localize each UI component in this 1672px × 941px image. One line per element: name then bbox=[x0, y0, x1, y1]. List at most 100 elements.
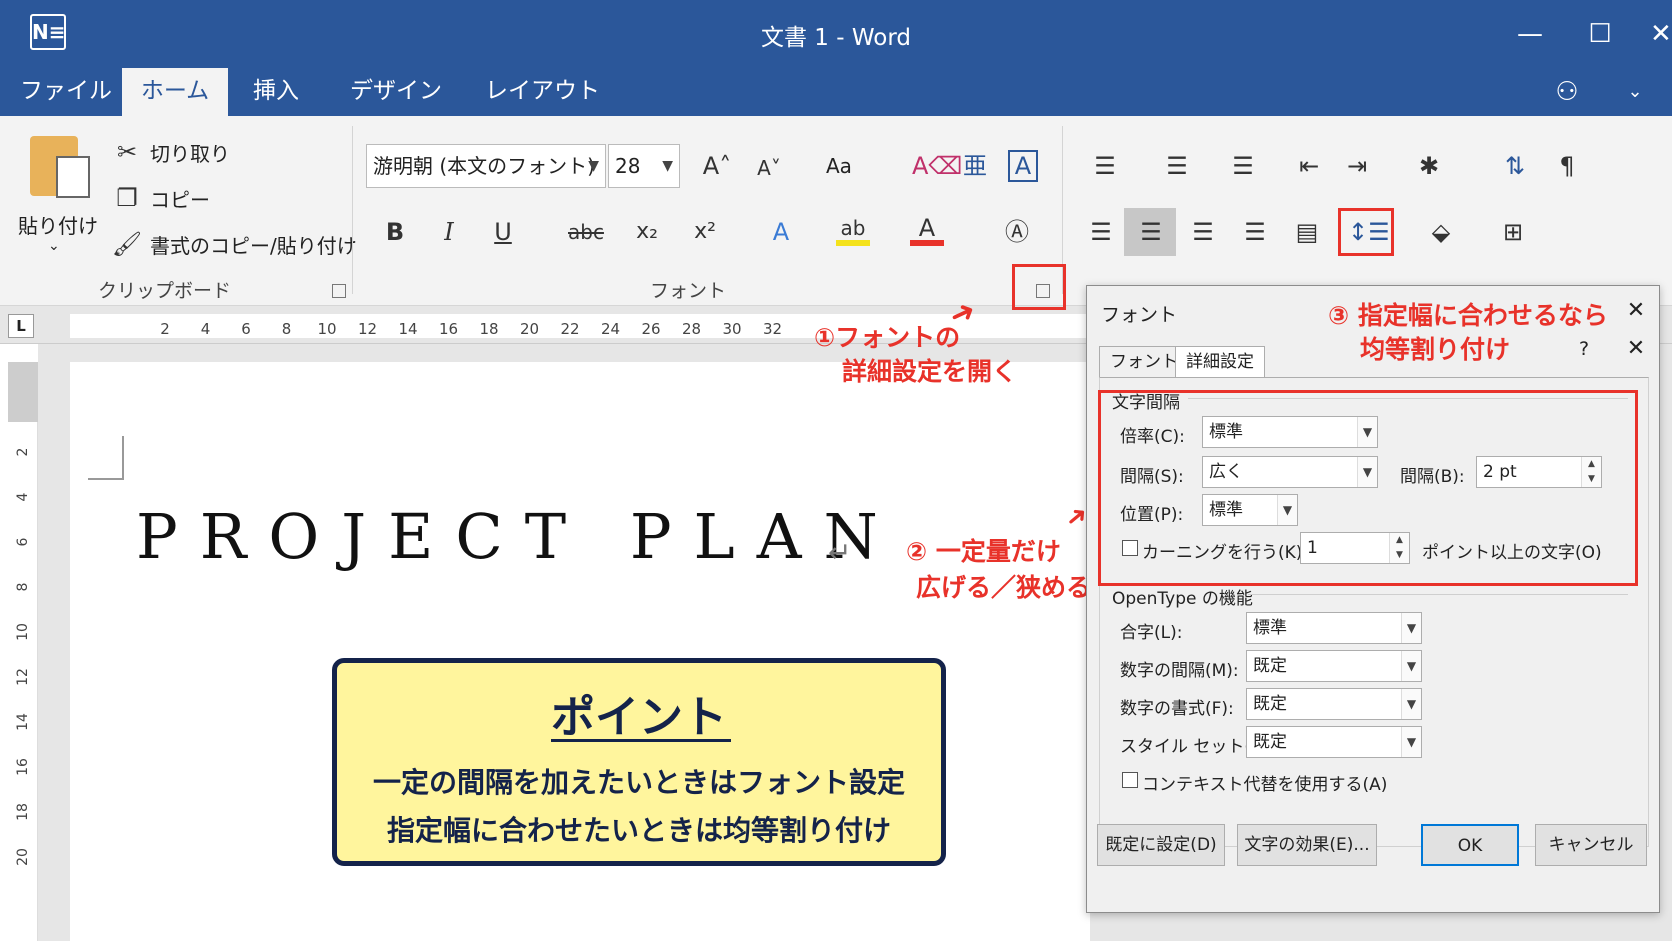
grow-font-icon[interactable]: A˄ bbox=[700, 150, 734, 184]
tab-layout[interactable]: レイアウト bbox=[475, 68, 610, 116]
underline-icon[interactable]: U bbox=[486, 216, 520, 250]
font-color-icon[interactable]: A bbox=[910, 212, 944, 246]
maximize-button[interactable]: ☐ bbox=[1580, 14, 1620, 54]
vruler-tick: 14 bbox=[15, 713, 31, 731]
bullets-icon[interactable]: ☰ bbox=[1088, 150, 1122, 184]
font-name-combo[interactable]: 游明朝 (本文のフォント) ▼ bbox=[366, 144, 606, 188]
distributed-icon[interactable]: ▤ bbox=[1290, 216, 1324, 250]
tab-advanced[interactable]: 詳細設定 bbox=[1175, 346, 1265, 378]
font-group-label: フォント bbox=[650, 280, 727, 302]
vertical-ruler-margin bbox=[8, 362, 38, 422]
number-spacing-select[interactable]: 既定 ▼ bbox=[1246, 650, 1422, 682]
align-left-icon[interactable]: ☰ bbox=[1084, 216, 1118, 250]
vruler-tick: 6 bbox=[15, 537, 31, 547]
borders-icon[interactable]: ⊞ bbox=[1496, 216, 1530, 250]
contextual-label: コンテキスト代替を使用する(A) bbox=[1142, 775, 1388, 795]
number-forms-select[interactable]: 既定 ▼ bbox=[1246, 688, 1422, 720]
text-effects-icon[interactable]: A bbox=[764, 216, 798, 250]
font-size-combo[interactable]: 28 ▼ bbox=[608, 144, 680, 188]
ruler-tick: 20 bbox=[519, 320, 540, 338]
font-size-value: 28 bbox=[615, 154, 641, 178]
tab-file[interactable]: ファイル bbox=[10, 68, 122, 116]
align-right-icon[interactable]: ☰ bbox=[1186, 216, 1220, 250]
align-center-icon[interactable]: ☰ bbox=[1134, 216, 1168, 250]
chevron-down-icon: ▼ bbox=[1401, 727, 1421, 757]
ligatures-value: 標準 bbox=[1253, 618, 1287, 638]
contextual-checkbox[interactable] bbox=[1122, 772, 1138, 788]
dialog-close-icon[interactable]: ✕ bbox=[1621, 296, 1651, 326]
copy-button[interactable]: コピー bbox=[150, 184, 210, 213]
asian-layout-icon[interactable]: ✱ bbox=[1412, 150, 1446, 184]
group-separator bbox=[352, 126, 353, 294]
minimize-button[interactable]: — bbox=[1510, 14, 1550, 54]
set-default-button[interactable]: 既定に設定(D) bbox=[1097, 824, 1225, 866]
distribute-highlight bbox=[1338, 208, 1394, 256]
ruler-tick: 4 bbox=[200, 320, 211, 338]
clipboard-group-label: クリップボード bbox=[98, 280, 232, 302]
tab-selector[interactable]: L bbox=[8, 314, 34, 338]
font-launcher-highlight bbox=[1012, 264, 1066, 310]
cancel-button[interactable]: キャンセル bbox=[1535, 824, 1647, 866]
ruler-tick: 24 bbox=[600, 320, 621, 338]
superscript-icon[interactable]: x² bbox=[688, 216, 722, 250]
stylistic-sets-select[interactable]: 既定 ▼ bbox=[1246, 726, 1422, 758]
document-title: 文書 1 - Word bbox=[761, 25, 911, 51]
annotation-3-line-2: 均等割り付け bbox=[1360, 335, 1511, 364]
ligatures-select[interactable]: 標準 ▼ bbox=[1246, 612, 1422, 644]
change-case-button[interactable]: Aa bbox=[826, 154, 852, 178]
font-name-value: 游明朝 (本文のフォント) bbox=[373, 154, 595, 178]
tab-insert[interactable]: 挿入 bbox=[243, 68, 309, 116]
cut-button[interactable]: 切り取り bbox=[150, 138, 230, 167]
bold-icon[interactable]: B bbox=[378, 216, 412, 250]
paste-dropdown-icon[interactable]: ⌄ bbox=[48, 238, 60, 254]
increase-indent-icon[interactable]: ⇥ bbox=[1340, 150, 1374, 184]
ruler-tick: 30 bbox=[722, 320, 742, 338]
ruler-tick: 12 bbox=[357, 320, 378, 338]
chevron-down-icon: ▼ bbox=[588, 158, 599, 174]
vruler-tick: 12 bbox=[15, 668, 31, 686]
vruler-tick: 16 bbox=[15, 758, 31, 776]
inner-close-icon[interactable]: ✕ bbox=[1621, 334, 1651, 364]
decrease-indent-icon[interactable]: ⇤ bbox=[1292, 150, 1326, 184]
spacing-section-highlight bbox=[1098, 390, 1638, 586]
ruler-tick: 2 bbox=[160, 320, 170, 338]
character-border-icon[interactable]: A bbox=[1008, 150, 1038, 182]
enclose-char-icon[interactable]: Ⓐ bbox=[1000, 216, 1034, 250]
point-callout: ポイント 一定の間隔を加えたいときはフォント設定 指定幅に合わせたいときは均等割… bbox=[332, 658, 946, 866]
vruler-tick: 2 bbox=[15, 447, 31, 457]
highlight-icon[interactable]: ab bbox=[836, 212, 870, 246]
numbering-icon[interactable]: ☰ bbox=[1160, 150, 1194, 184]
scissors-icon: ✂ bbox=[116, 138, 138, 166]
vruler-tick: 10 bbox=[15, 623, 31, 641]
ok-button[interactable]: OK bbox=[1421, 824, 1519, 866]
paste-button[interactable]: 貼り付け bbox=[18, 210, 98, 239]
help-icon[interactable]: ? bbox=[1579, 338, 1589, 360]
subscript-icon[interactable]: x₂ bbox=[630, 216, 664, 250]
clear-format-icon[interactable]: A⌫ bbox=[912, 150, 962, 184]
tab-home[interactable]: ホーム bbox=[122, 68, 228, 116]
ribbon: 貼り付け ⌄ ✂ 切り取り ❐ コピー 🖌 書式のコピー/貼り付け クリップボー… bbox=[0, 116, 1672, 306]
multilevel-list-icon[interactable]: ☰ bbox=[1226, 150, 1260, 184]
justify-icon[interactable]: ☰ bbox=[1238, 216, 1272, 250]
tab-design[interactable]: デザイン bbox=[340, 68, 452, 116]
close-window-button[interactable]: ✕ bbox=[1650, 14, 1672, 54]
ribbon-collapse-icon[interactable]: ⌄ bbox=[1615, 72, 1655, 112]
show-marks-icon[interactable]: ¶ bbox=[1550, 150, 1584, 184]
ruler-tick: 10 bbox=[317, 320, 337, 338]
ruler-tick: 26 bbox=[641, 320, 661, 338]
vruler-tick: 20 bbox=[15, 848, 31, 866]
shrink-font-icon[interactable]: A˅ bbox=[752, 152, 786, 186]
phonetic-guide-icon[interactable]: 亜 bbox=[958, 150, 992, 184]
point-line-1: 一定の間隔を加えたいときはフォント設定 bbox=[372, 766, 905, 799]
strikethrough-icon[interactable]: abc bbox=[568, 216, 604, 250]
sort-icon[interactable]: ⇅ bbox=[1498, 150, 1532, 184]
font-dialog: フォント ✕ ? ✕ フォント 詳細設定 文字間隔 倍率(C): 標準 ▼ 間隔(… bbox=[1086, 285, 1660, 913]
text-effects-button[interactable]: 文字の効果(E)... bbox=[1237, 824, 1377, 866]
format-painter-button[interactable]: 書式のコピー/貼り付け bbox=[150, 230, 357, 259]
dialog-title: フォント bbox=[1101, 304, 1178, 326]
document-heading[interactable]: PROJECT PLAN bbox=[136, 500, 900, 573]
clipboard-launcher-icon[interactable] bbox=[332, 284, 346, 298]
shading-icon[interactable]: ⬙ bbox=[1424, 216, 1458, 250]
share-icon[interactable]: ⚇ bbox=[1547, 72, 1587, 112]
italic-icon[interactable]: I bbox=[432, 216, 466, 250]
